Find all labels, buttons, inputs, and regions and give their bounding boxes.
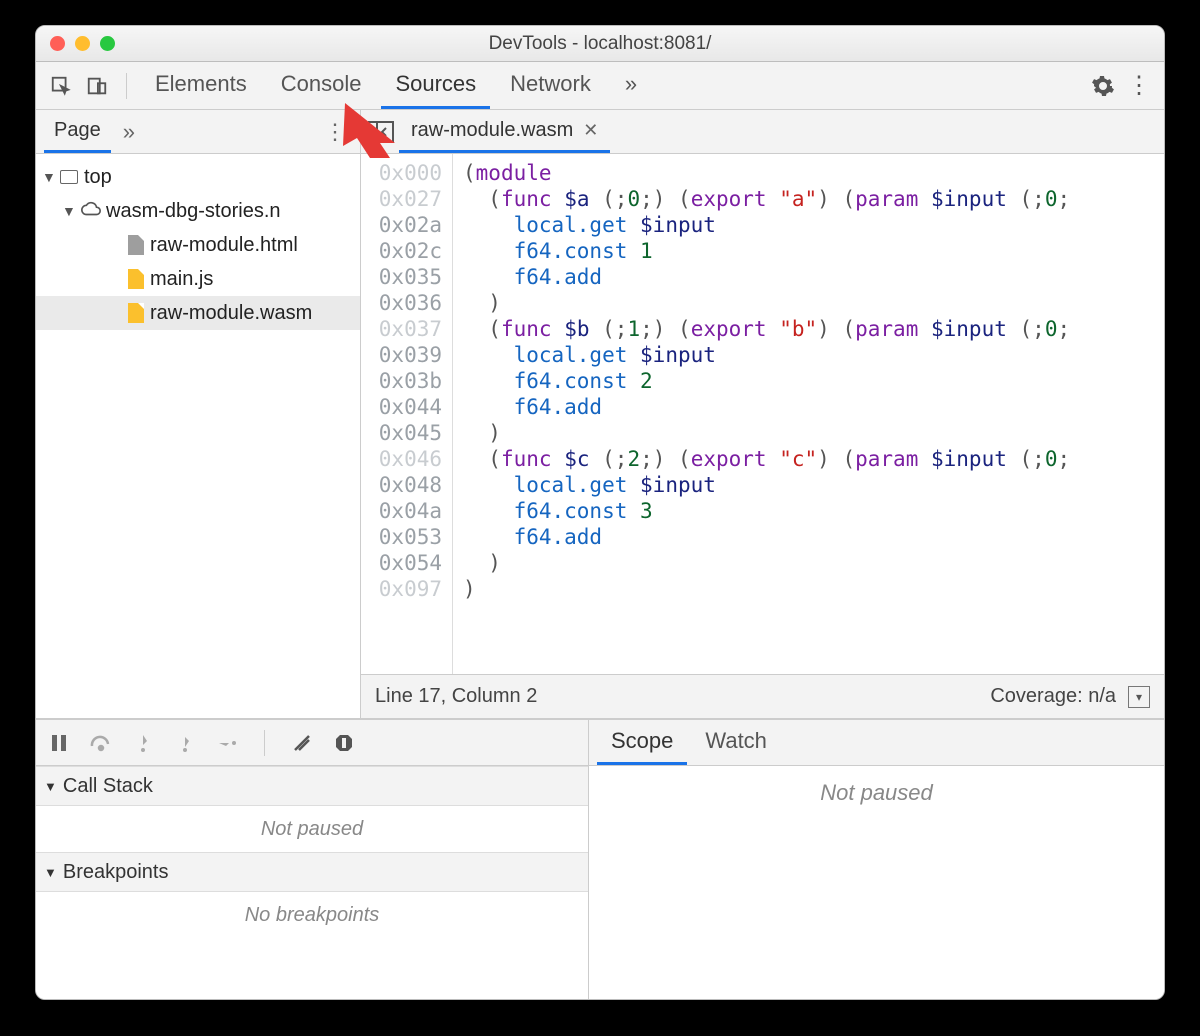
debugger-left: ▼ Call Stack Not paused ▼ Breakpoints No…	[36, 720, 589, 999]
pause-exceptions-icon[interactable]	[331, 730, 357, 756]
editor-pane: raw-module.wasm ✕ 0x0000x0270x02a0x02c0x…	[361, 110, 1164, 718]
twisty-icon: ▼	[44, 779, 57, 794]
toggle-navigator-icon[interactable]	[367, 118, 395, 146]
editor-tabs: raw-module.wasm ✕	[361, 110, 1164, 154]
twisty-icon: ▼	[44, 865, 57, 880]
callstack-header[interactable]: ▼ Call Stack	[36, 766, 588, 806]
tree-label: raw-module.html	[150, 234, 298, 257]
code-content[interactable]: (module (func $a (;0;) (export "a") (par…	[453, 154, 1164, 674]
panel-tabs: Elements Console Sources Network » ⋮	[36, 62, 1164, 110]
breakpoints-title: Breakpoints	[63, 861, 169, 884]
scope-tabs: Scope Watch	[589, 720, 1164, 766]
step-over-icon[interactable]	[88, 730, 114, 756]
tab-scope[interactable]: Scope	[597, 720, 687, 765]
coverage-label: Coverage: n/a	[990, 685, 1116, 708]
navigator-tabs: Page » ⋮	[36, 110, 360, 154]
gear-icon[interactable]	[1088, 71, 1118, 101]
tree-file-html[interactable]: raw-module.html	[36, 228, 360, 262]
sources-panel: Page » ⋮ ▼ top ▼	[36, 110, 1164, 999]
twisty-icon: ▼	[62, 203, 74, 219]
devtools-window: DevTools - localhost:8081/ Elements Cons…	[35, 25, 1165, 1000]
callstack-body: Not paused	[36, 806, 588, 852]
tab-elements[interactable]: Elements	[141, 62, 261, 109]
inspect-icon[interactable]	[46, 71, 76, 101]
step-out-icon[interactable]	[172, 730, 198, 756]
tab-sources[interactable]: Sources	[381, 62, 490, 109]
navigator: Page » ⋮ ▼ top ▼	[36, 110, 361, 718]
cloud-icon	[80, 200, 100, 222]
twisty-icon: ▼	[42, 169, 54, 185]
tab-network[interactable]: Network	[496, 62, 605, 109]
navigator-kebab-icon[interactable]: ⋮	[318, 119, 352, 145]
tree-label: main.js	[150, 268, 213, 291]
close-icon[interactable]: ✕	[583, 120, 598, 141]
coverage-toggle-icon[interactable]: ▾	[1128, 686, 1150, 708]
separator	[264, 730, 265, 756]
callstack-title: Call Stack	[63, 775, 153, 798]
file-icon	[128, 303, 144, 323]
file-tab[interactable]: raw-module.wasm ✕	[399, 110, 610, 153]
cursor-position: Line 17, Column 2	[375, 685, 537, 708]
breakpoints-header[interactable]: ▼ Breakpoints	[36, 852, 588, 892]
step-into-icon[interactable]	[130, 730, 156, 756]
debugger-right: Scope Watch Not paused	[589, 720, 1164, 999]
scope-body: Not paused	[589, 766, 1164, 999]
tabs-overflow[interactable]: »	[611, 62, 651, 109]
tree-file-js[interactable]: main.js	[36, 262, 360, 296]
window-title: DevTools - localhost:8081/	[36, 33, 1164, 55]
debugger-pane: ▼ Call Stack Not paused ▼ Breakpoints No…	[36, 719, 1164, 999]
tree-label: wasm-dbg-stories.n	[106, 200, 281, 223]
file-icon	[128, 235, 144, 255]
editor-status: Line 17, Column 2 Coverage: n/a ▾	[361, 674, 1164, 718]
navigator-overflow[interactable]: »	[117, 119, 141, 145]
tab-watch[interactable]: Watch	[691, 720, 781, 765]
file-tab-label: raw-module.wasm	[411, 119, 573, 142]
tab-console[interactable]: Console	[267, 62, 376, 109]
tree-frame-top[interactable]: ▼ top	[36, 160, 360, 194]
tree-label: top	[84, 166, 112, 189]
code-area[interactable]: 0x0000x0270x02a0x02c0x0350x0360x0370x039…	[361, 154, 1164, 674]
pause-icon[interactable]	[46, 730, 72, 756]
separator	[126, 73, 127, 99]
file-icon	[128, 269, 144, 289]
title-bar: DevTools - localhost:8081/	[36, 26, 1164, 62]
device-toggle-icon[interactable]	[82, 71, 112, 101]
deactivate-breakpoints-icon[interactable]	[289, 730, 315, 756]
step-icon[interactable]	[214, 730, 240, 756]
tree-file-wasm[interactable]: raw-module.wasm	[36, 296, 360, 330]
breakpoints-body: No breakpoints	[36, 892, 588, 938]
kebab-icon[interactable]: ⋮	[1124, 71, 1154, 101]
frame-icon	[60, 170, 78, 184]
navigator-tab-page[interactable]: Page	[44, 110, 111, 153]
file-tree: ▼ top ▼ wasm-dbg-stories.n raw-module.ht…	[36, 154, 360, 718]
tree-label: raw-module.wasm	[150, 302, 312, 325]
debugger-toolbar	[36, 720, 588, 766]
tree-domain[interactable]: ▼ wasm-dbg-stories.n	[36, 194, 360, 228]
gutter[interactable]: 0x0000x0270x02a0x02c0x0350x0360x0370x039…	[361, 154, 453, 674]
